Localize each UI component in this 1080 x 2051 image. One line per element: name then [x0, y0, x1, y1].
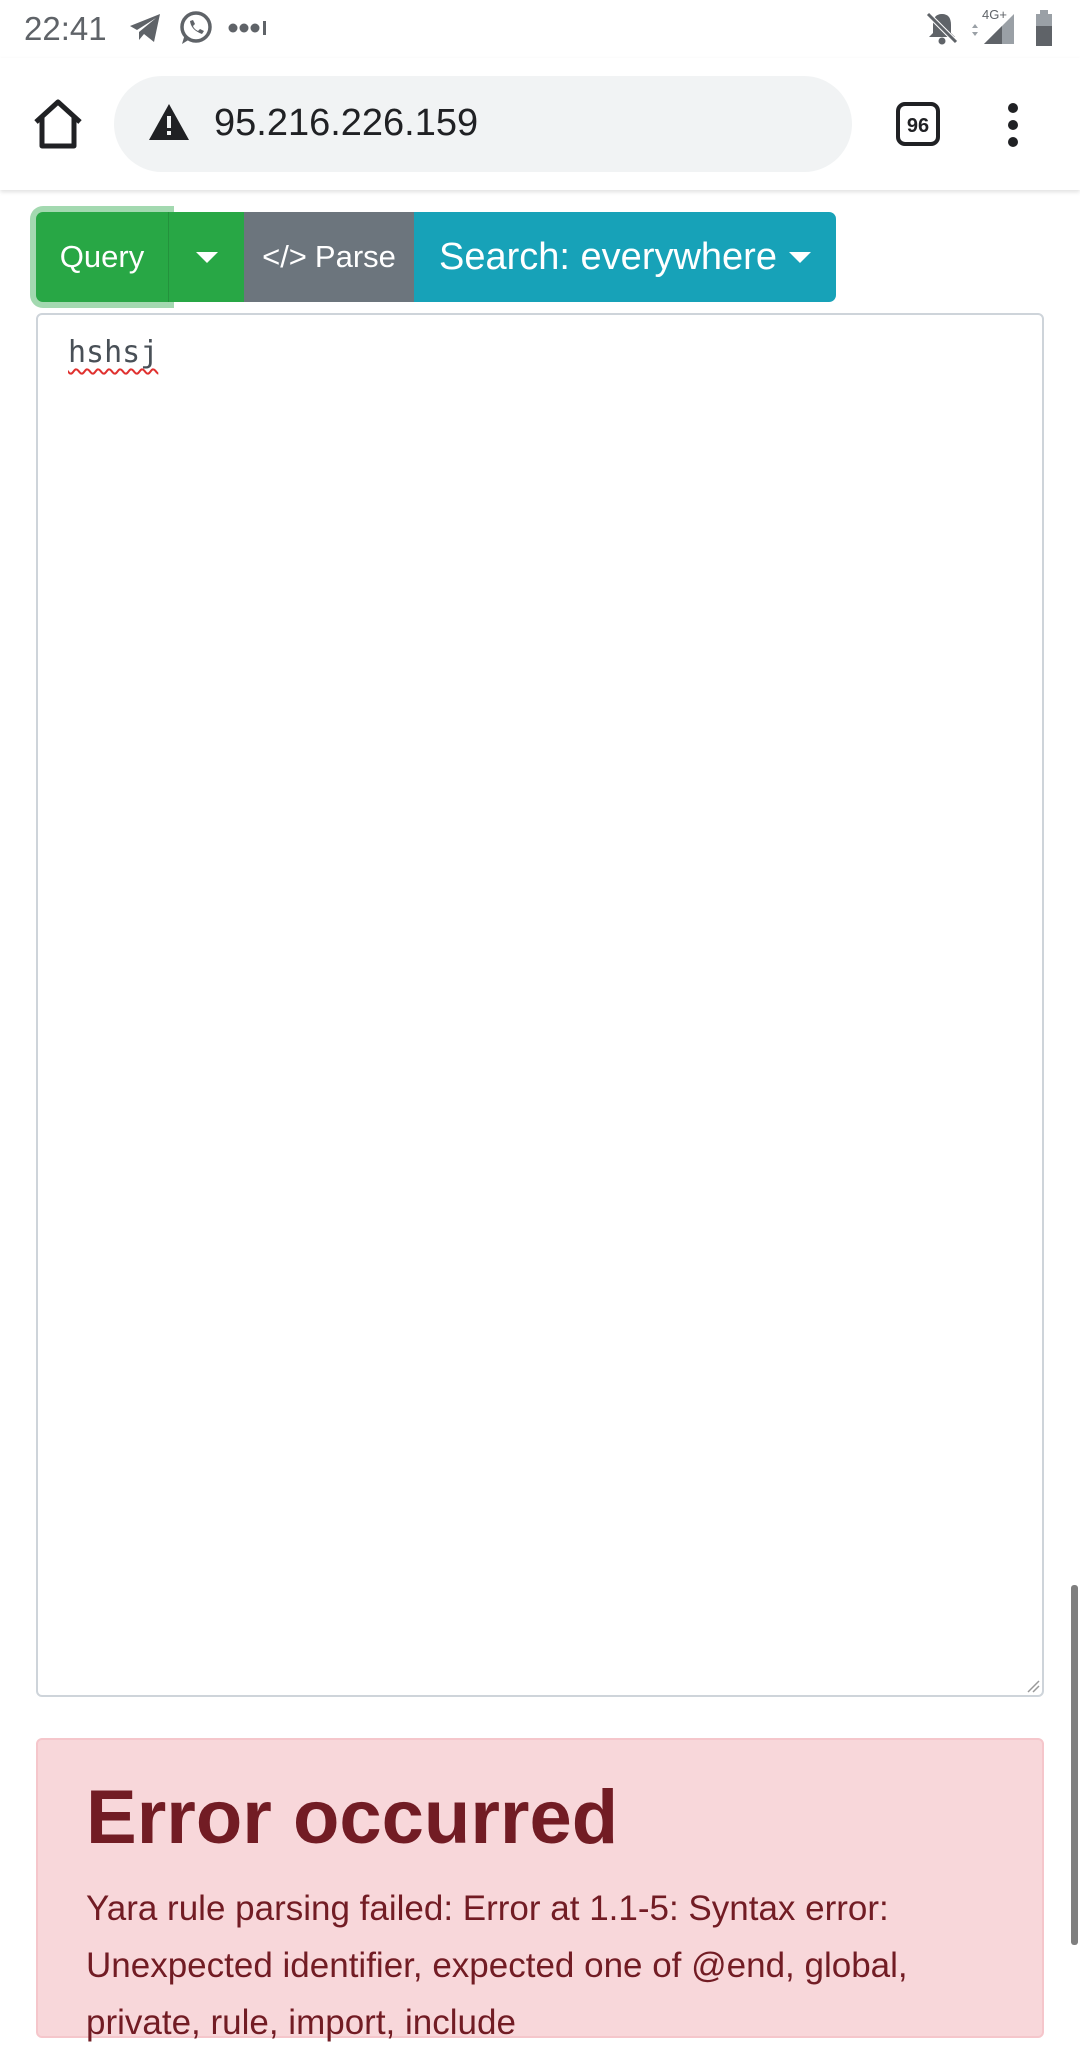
network-4g-icon: 4G+: [972, 7, 1014, 44]
search-scope-label: Search: everywhere: [439, 235, 777, 278]
home-button[interactable]: [30, 96, 86, 152]
more-dots-icon: [228, 21, 266, 35]
caret-down-icon: [195, 251, 218, 263]
query-button[interactable]: Query: [36, 212, 168, 302]
warning-triangle-icon[interactable]: [148, 102, 190, 142]
home-icon: [34, 99, 82, 149]
parse-button-label: Parse: [314, 239, 396, 274]
address-bar[interactable]: 95.216.226.159: [114, 76, 852, 172]
url-text[interactable]: 95.216.226.159: [214, 102, 478, 145]
page-scrollbar[interactable]: [1071, 1585, 1078, 1945]
error-message: Yara rule parsing failed: Error at 1.1-5…: [86, 1889, 908, 2042]
query-button-group: Query </> Parse Search: everywhere: [36, 212, 836, 302]
bell-off-icon: [926, 12, 958, 45]
status-bar: 22:41 4G+: [0, 0, 1080, 58]
search-scope-dropdown[interactable]: Search: everywhere: [414, 212, 836, 302]
battery-icon: [1036, 10, 1052, 46]
code-icon: </>: [262, 239, 307, 274]
browser-menu-button[interactable]: [1000, 102, 1026, 148]
svg-text:96: 96: [907, 115, 929, 137]
tab-count-icon: 96: [896, 102, 940, 146]
editor-text[interactable]: hshsj: [68, 335, 158, 370]
tab-switcher-button[interactable]: 96: [896, 102, 940, 146]
svg-text:4G+: 4G+: [982, 7, 1007, 22]
resize-handle-icon[interactable]: [1026, 1679, 1040, 1693]
query-button-label: Query: [59, 239, 145, 274]
error-title: Error occurred: [86, 1775, 619, 1860]
whatsapp-icon: [180, 11, 212, 44]
error-alert: Error occurred Yara rule parsing failed:…: [36, 1738, 1044, 2042]
telegram-icon: [130, 14, 160, 42]
query-options-dropdown-button[interactable]: [168, 212, 244, 302]
caret-down-icon: [788, 251, 811, 263]
yara-rule-editor[interactable]: hshsj: [36, 313, 1044, 1697]
parse-button[interactable]: </> Parse: [244, 212, 414, 302]
browser-toolbar: 95.216.226.159 96: [0, 58, 1080, 190]
status-time: 22:41: [24, 10, 107, 47]
kebab-menu-icon: [1008, 103, 1018, 147]
